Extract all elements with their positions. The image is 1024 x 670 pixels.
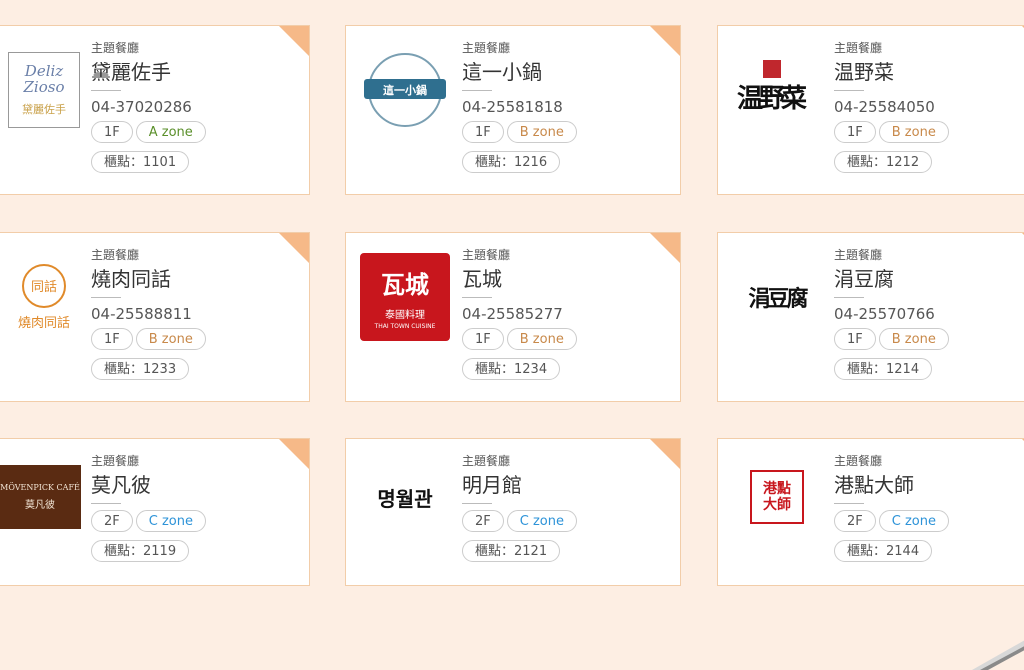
floor-badge: 1F	[91, 121, 133, 143]
divider	[462, 297, 492, 298]
shop-name[interactable]: 這一小鍋	[462, 58, 670, 86]
zone-badge: B zone	[878, 121, 949, 143]
zone-badge: C zone	[878, 510, 949, 532]
floor-badge: 2F	[91, 510, 133, 532]
location-badge: 櫃點：2119	[91, 540, 190, 562]
shop-info: 主題餐廳 温野菜 04-25584050 1F B zone 櫃點：1212	[834, 40, 1024, 173]
shop-category: 主題餐廳	[91, 454, 140, 468]
shop-info: 主題餐廳 瓦城 04-25585277 1F B zone 櫃點：1234	[462, 247, 670, 380]
shop-info: 主題餐廳 這一小鍋 04-25581818 1F B zone 櫃點：1216	[462, 40, 670, 173]
shop-card[interactable]: MÖVENPICK CAFÉ 莫凡彼 主題餐廳 莫凡彼 2F C zone 櫃點：…	[0, 438, 310, 586]
location-badge: 櫃點：2121	[462, 540, 561, 562]
shop-name[interactable]: 瓦城	[462, 265, 670, 293]
location-badge: 櫃點：1233	[91, 358, 190, 380]
shop-category: 主題餐廳	[462, 41, 511, 55]
floor-badge: 1F	[462, 121, 504, 143]
shop-name[interactable]: 黛麗佐手	[91, 58, 299, 86]
location-badge: 櫃點：2144	[834, 540, 933, 562]
shop-phone[interactable]: 04-37020286	[91, 97, 299, 117]
shop-logo: 這一小鍋	[360, 46, 450, 134]
location-badge: 櫃點：1212	[834, 151, 933, 173]
divider	[91, 297, 121, 298]
shop-phone[interactable]: 04-25584050	[834, 97, 1024, 117]
shop-info: 主題餐廳 莫凡彼 2F C zone 櫃點：2119	[91, 453, 299, 562]
divider	[834, 297, 864, 298]
zone-badge: A zone	[135, 121, 206, 143]
shop-logo: Deliz Zioso 黛麗佐手	[0, 46, 89, 134]
zone-badge: B zone	[506, 328, 577, 350]
shop-name[interactable]: 温野菜	[834, 58, 1024, 86]
zone-badge: C zone	[506, 510, 577, 532]
divider	[91, 503, 121, 504]
shop-card[interactable]: 瓦城 泰國料理 THAI TOWN CUISINE 主題餐廳 瓦城 04-255…	[345, 232, 681, 402]
divider	[91, 90, 121, 91]
shop-logo: 温野菜	[732, 46, 822, 134]
shop-logo: 涓豆腐	[748, 286, 808, 312]
floor-badge: 1F	[91, 328, 133, 350]
shop-category: 主題餐廳	[834, 454, 883, 468]
zone-badge: B zone	[878, 328, 949, 350]
shop-card[interactable]: 명월관 主題餐廳 明月館 2F C zone 櫃點：2121	[345, 438, 681, 586]
shop-card[interactable]: 港點大師 主題餐廳 港點大師 2F C zone 櫃點：2144	[717, 438, 1024, 586]
shop-phone[interactable]: 04-25585277	[462, 304, 670, 324]
location-badge: 櫃點：1234	[462, 358, 561, 380]
shop-card[interactable]: 這一小鍋 主題餐廳 這一小鍋 04-25581818 1F B zone 櫃點：1…	[345, 25, 681, 195]
shop-name[interactable]: 燒肉同話	[91, 265, 299, 293]
shop-name[interactable]: 明月館	[462, 471, 670, 499]
divider	[834, 90, 864, 91]
divider	[462, 503, 492, 504]
divider	[834, 503, 864, 504]
floor-badge: 1F	[834, 328, 876, 350]
divider	[462, 90, 492, 91]
floor-badge: 1F	[834, 121, 876, 143]
zone-badge: B zone	[135, 328, 206, 350]
shop-name[interactable]: 港點大師	[834, 471, 1024, 499]
shop-info: 主題餐廳 涓豆腐 04-25570766 1F B zone 櫃點：1214	[834, 247, 1024, 380]
shop-category: 主題餐廳	[834, 248, 883, 262]
shop-phone[interactable]: 04-25570766	[834, 304, 1024, 324]
shop-card[interactable]: 涓豆腐 主題餐廳 涓豆腐 04-25570766 1F B zone 櫃點：121…	[717, 232, 1024, 402]
shop-logo: 港點大師	[732, 465, 822, 529]
shop-info: 主題餐廳 黛麗佐手 04-37020286 1F A zone 櫃點：1101	[91, 40, 299, 173]
shop-category: 主題餐廳	[462, 248, 511, 262]
shop-logo: 瓦城 泰國料理 THAI TOWN CUISINE	[360, 253, 450, 341]
location-badge: 櫃點：1214	[834, 358, 933, 380]
shop-phone[interactable]: 04-25588811	[91, 304, 299, 324]
shop-logo: 명월관	[377, 486, 433, 511]
zone-badge: B zone	[506, 121, 577, 143]
location-badge: 櫃點：1216	[462, 151, 561, 173]
shop-category: 主題餐廳	[91, 41, 140, 55]
zone-badge: C zone	[135, 510, 206, 532]
shop-card[interactable]: 同話 燒肉同話 主題餐廳 燒肉同話 04-25588811 1F B zone 櫃…	[0, 232, 310, 402]
location-badge: 櫃點：1101	[91, 151, 190, 173]
floor-badge: 2F	[834, 510, 876, 532]
shop-card[interactable]: Deliz Zioso 黛麗佐手 主題餐廳 黛麗佐手 04-37020286 1…	[0, 25, 310, 195]
floor-badge: 1F	[462, 328, 504, 350]
shop-info: 主題餐廳 燒肉同話 04-25588811 1F B zone 櫃點：1233	[91, 247, 299, 380]
shop-name[interactable]: 莫凡彼	[91, 471, 299, 499]
shop-category: 主題餐廳	[91, 248, 140, 262]
shop-category: 主題餐廳	[462, 454, 511, 468]
shop-logo: 同話 燒肉同話	[0, 253, 89, 341]
shop-category: 主題餐廳	[834, 41, 883, 55]
shop-info: 主題餐廳 港點大師 2F C zone 櫃點：2144	[834, 453, 1024, 562]
pen-decoration	[972, 640, 1024, 670]
shop-logo: MÖVENPICK CAFÉ 莫凡彼	[0, 465, 85, 529]
shop-name[interactable]: 涓豆腐	[834, 265, 1024, 293]
floor-badge: 2F	[462, 510, 504, 532]
shop-info: 主題餐廳 明月館 2F C zone 櫃點：2121	[462, 453, 670, 562]
shop-phone[interactable]: 04-25581818	[462, 97, 670, 117]
shop-card[interactable]: 温野菜 主題餐廳 温野菜 04-25584050 1F B zone 櫃點：121…	[717, 25, 1024, 195]
